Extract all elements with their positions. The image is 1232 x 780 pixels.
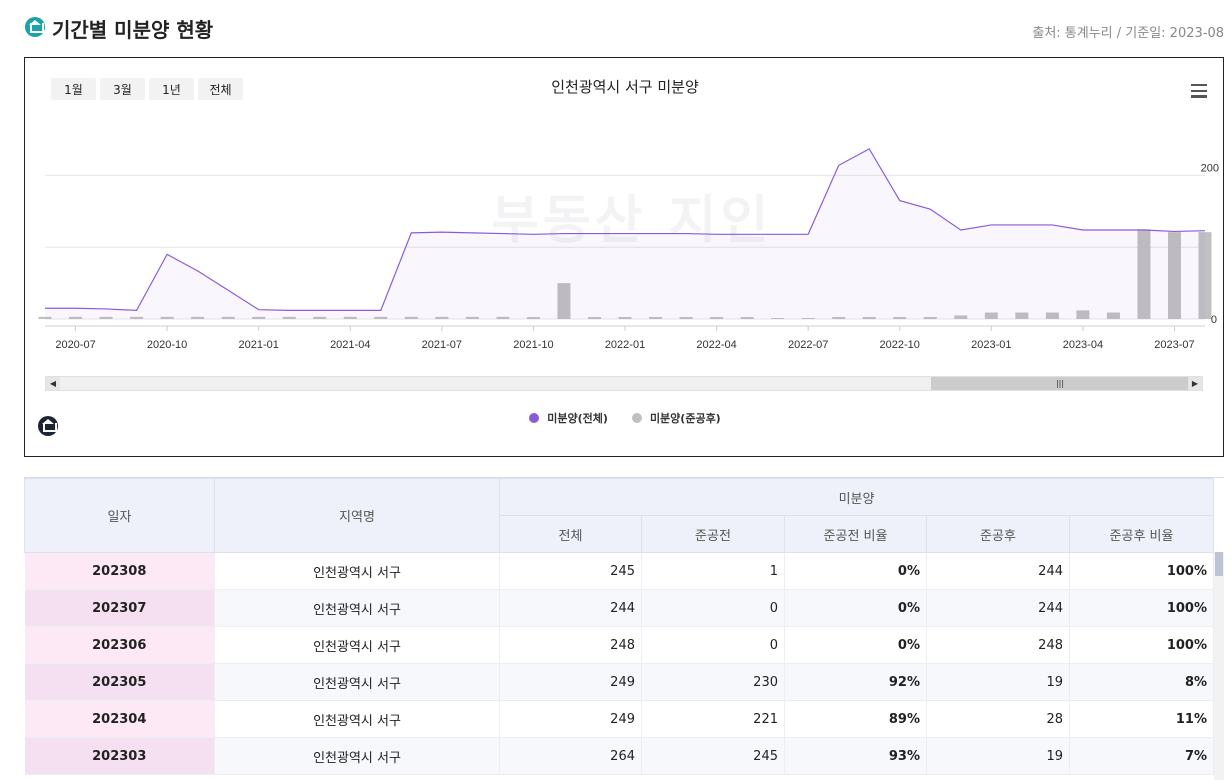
cell-pre: 245 <box>641 737 785 775</box>
cell-region: 인천광역시 서구 <box>214 589 500 627</box>
cell-date: 202304 <box>24 700 215 738</box>
y-tick-label: 0 <box>1211 314 1217 326</box>
table-row[interactable]: 202304 인천광역시 서구 249 221 89% 28 11% <box>24 700 1215 738</box>
x-tick-label: 2022-07 <box>788 339 828 351</box>
cell-total: 249 <box>499 700 642 738</box>
cell-post: 244 <box>926 589 1070 627</box>
column-header-pre[interactable]: 준공전 <box>641 515 785 553</box>
cell-date: 202305 <box>24 663 215 701</box>
table-body: 202308 인천광역시 서구 245 1 0% 244 100% 202307 인천광역시 서… <box>24 552 1215 775</box>
chart-panel: 부동산 지인 1월 3월 1년 전체 인천광역시 서구 미분양 0 200 2020… <box>24 57 1224 457</box>
source-note: 출처: 통계누리 / 기준일: 2023-08 <box>1032 26 1224 41</box>
x-tick-label: 2023-01 <box>971 339 1011 351</box>
cell-pre: 1 <box>641 552 785 590</box>
table-row[interactable]: 202308 인천광역시 서구 245 1 0% 244 100% <box>24 552 1215 590</box>
x-tick-label: 2022-04 <box>696 339 736 351</box>
column-header-post-ratio[interactable]: 준공후 비율 <box>1068 515 1215 553</box>
cell-post-ratio: 100% <box>1069 589 1215 627</box>
column-header-post[interactable]: 준공후 <box>926 515 1070 553</box>
table-row[interactable]: 202305 인천광역시 서구 249 230 92% 19 8% <box>24 663 1215 701</box>
x-tick-label: 2023-04 <box>1063 339 1103 351</box>
cell-region: 인천광역시 서구 <box>214 552 500 590</box>
column-header-region[interactable]: 지역명 <box>214 478 500 553</box>
cell-post: 244 <box>926 552 1070 590</box>
scroll-thumb[interactable]: ||| <box>931 377 1189 390</box>
cell-total: 248 <box>499 626 642 664</box>
cell-pre: 221 <box>641 700 785 738</box>
x-tick-label: 2021-01 <box>238 339 278 351</box>
legend-label-total: 미분양(전체) <box>547 412 608 425</box>
x-tick-label: 2020-07 <box>55 339 95 351</box>
column-header-date[interactable]: 일자 <box>24 478 215 553</box>
cell-post-ratio: 100% <box>1069 626 1215 664</box>
cell-date: 202306 <box>24 626 215 664</box>
cell-pre: 230 <box>641 663 785 701</box>
cell-pre-ratio: 89% <box>784 700 927 738</box>
column-header-pre-ratio[interactable]: 준공전 비율 <box>784 515 927 553</box>
legend-dot-total <box>529 413 540 423</box>
legend-dot-completed <box>631 413 642 423</box>
cell-pre-ratio: 0% <box>784 626 927 664</box>
column-header-total[interactable]: 전체 <box>499 515 642 553</box>
cell-post-ratio: 11% <box>1069 700 1215 738</box>
table-vertical-scrollbar[interactable] <box>1214 552 1224 780</box>
cell-date: 202303 <box>24 737 215 775</box>
cell-post: 248 <box>926 626 1070 664</box>
home-logo-icon <box>25 17 45 37</box>
cell-region: 인천광역시 서구 <box>214 663 500 701</box>
x-tick-label: 2023-07 <box>1154 339 1194 351</box>
cell-pre-ratio: 93% <box>784 737 927 775</box>
cell-pre-ratio: 0% <box>784 589 927 627</box>
y-tick-label: 200 <box>1201 162 1219 174</box>
x-tick-label: 2020-10 <box>147 339 187 351</box>
chart-legend: 미분양(전체) 미분양(준공후) <box>25 410 1225 426</box>
cell-pre-ratio: 92% <box>784 663 927 701</box>
x-tick-label: 2022-01 <box>605 339 645 351</box>
cell-region: 인천광역시 서구 <box>214 626 500 664</box>
cell-date: 202307 <box>24 589 215 627</box>
data-table: 일자 지역명 미분양 전체 준공전 준공전 비율 준공후 준공후 비율 2023… <box>24 478 1215 775</box>
cell-date: 202308 <box>24 552 215 590</box>
chart-plot: 0 200 2020-07 2020-10 2021-01 2021-04 2021-07 2… <box>38 148 1219 351</box>
table-scroll-thumb[interactable] <box>1215 552 1223 576</box>
cell-post-ratio: 100% <box>1069 552 1215 590</box>
cell-total: 264 <box>499 737 642 775</box>
page-title: 기간별 미분양 현황 <box>52 18 214 42</box>
table-row[interactable]: 202303 인천광역시 서구 264 245 93% 19 7% <box>24 737 1215 775</box>
table-row[interactable]: 202307 인천광역시 서구 244 0 0% 244 100% <box>24 589 1215 627</box>
scroll-right-arrow-icon[interactable]: ▶ <box>1188 377 1202 390</box>
table-row[interactable]: 202306 인천광역시 서구 248 0 0% 248 100% <box>24 626 1215 664</box>
x-tick-label: 2021-04 <box>330 339 370 351</box>
legend-label-completed: 미분양(준공후) <box>649 412 721 425</box>
cell-region: 인천광역시 서구 <box>214 700 500 738</box>
cell-pre: 0 <box>641 626 785 664</box>
page-header: 기간별 미분양 현황 출처: 통계누리 / 기준일: 2023-08 <box>0 0 1232 56</box>
cell-post-ratio: 8% <box>1069 663 1215 701</box>
column-group-header: 미분양 <box>498 478 1215 516</box>
cell-total: 244 <box>499 589 642 627</box>
legend-item-completed[interactable]: 미분양(준공후) <box>631 410 721 426</box>
cell-post-ratio: 7% <box>1069 737 1215 775</box>
brand-logo-icon <box>38 416 58 436</box>
cell-post: 19 <box>926 737 1070 775</box>
cell-post: 19 <box>926 663 1070 701</box>
cell-pre-ratio: 0% <box>784 552 927 590</box>
cell-pre: 0 <box>641 589 785 627</box>
data-table-container: 일자 지역명 미분양 전체 준공전 준공전 비율 준공후 준공후 비율 2023… <box>24 477 1224 780</box>
x-tick-label: 2022-10 <box>880 339 920 351</box>
legend-item-total[interactable]: 미분양(전체) <box>529 410 608 426</box>
cell-post: 28 <box>926 700 1070 738</box>
chart-navigator-scrollbar[interactable]: ◀ ||| ▶ <box>45 376 1203 391</box>
cell-total: 245 <box>499 552 642 590</box>
x-tick-label: 2021-07 <box>422 339 462 351</box>
x-tick-label: 2021-10 <box>513 339 553 351</box>
cell-total: 249 <box>499 663 642 701</box>
scroll-left-arrow-icon[interactable]: ◀ <box>46 377 60 390</box>
cell-region: 인천광역시 서구 <box>214 737 500 775</box>
